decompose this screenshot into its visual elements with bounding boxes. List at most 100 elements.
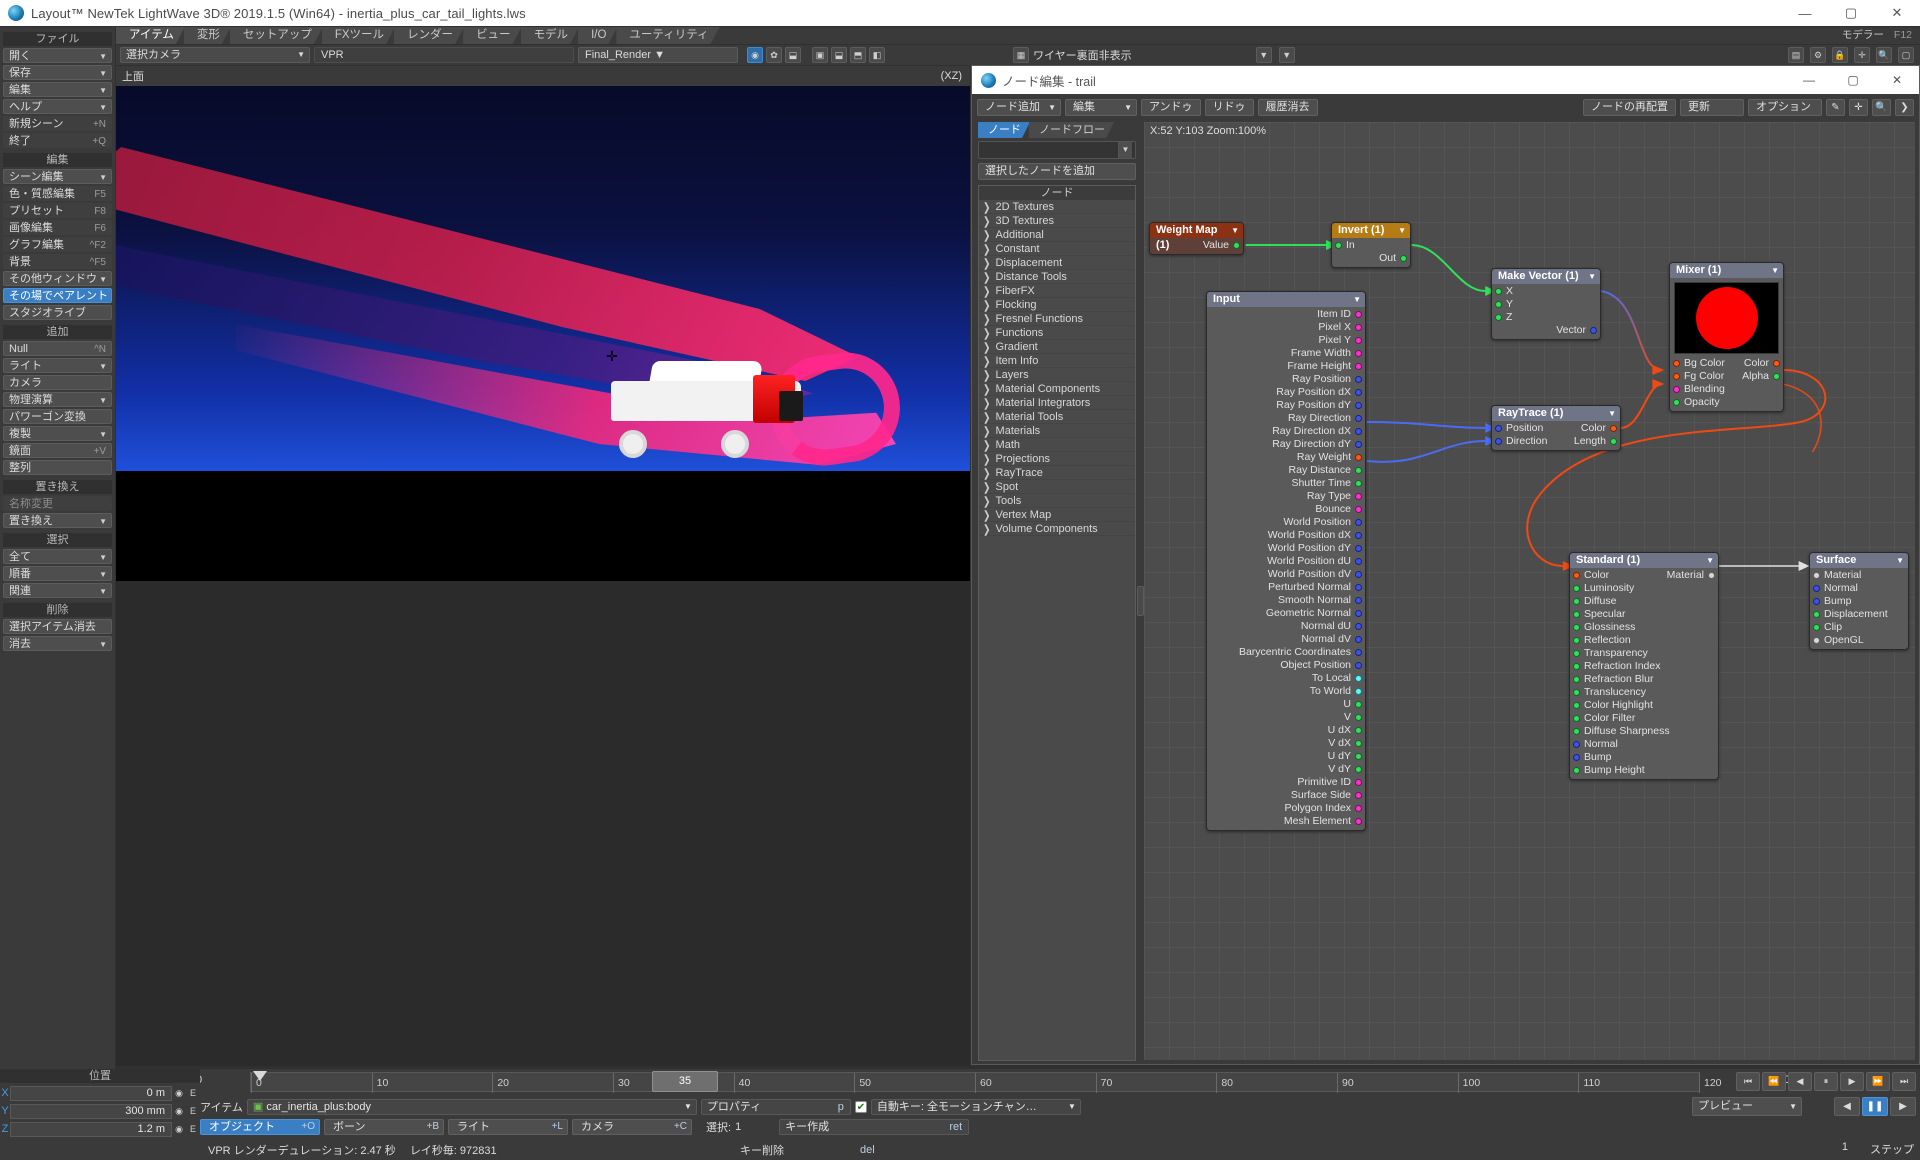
redo-button[interactable]: リドゥ — [1204, 98, 1254, 116]
keyframe-icon[interactable]: ◉ — [172, 1122, 186, 1137]
node-mixer[interactable]: Mixer (1) ▼ Bg Color Color Fg Color Alpha Blen… — [1669, 262, 1784, 412]
page-icon[interactable]: ▢ — [1898, 47, 1914, 63]
node-port-dot[interactable] — [1355, 389, 1362, 396]
node-port-dot[interactable] — [1610, 425, 1617, 432]
modeler-button[interactable]: モデラー — [1842, 27, 1894, 44]
node-header[interactable]: Invert (1) ▼ — [1332, 223, 1410, 238]
node-port-dot[interactable] — [1355, 740, 1362, 747]
transport-button[interactable]: ⏮ — [1736, 1072, 1760, 1091]
add-node-button[interactable]: ノード追加 ▼ — [977, 98, 1061, 116]
transport-button[interactable]: ▶ — [1840, 1072, 1864, 1091]
node-port-dot[interactable] — [1355, 727, 1362, 734]
transport-button[interactable]: ◀ — [1788, 1072, 1812, 1091]
node-port-dot[interactable] — [1355, 675, 1362, 682]
node-port-dot[interactable] — [1573, 598, 1580, 605]
sidebar-item-スタジオライブ[interactable]: スタジオライブ — [3, 305, 112, 320]
node-port-dot[interactable] — [1573, 689, 1580, 696]
envelope-icon[interactable]: E — [186, 1086, 200, 1101]
sidebar-item-その他ウィンドウ[interactable]: その他ウィンドウ ▼ — [3, 271, 112, 286]
node-category-row[interactable]: ❯ Materials — [979, 424, 1135, 438]
node-port-dot[interactable] — [1573, 767, 1580, 774]
clear-history-button[interactable]: 履歴消去 — [1257, 98, 1318, 116]
node-category-row[interactable]: ❯ Projections — [979, 452, 1135, 466]
node-standard[interactable]: Standard (1) ▼ Color Material Luminosity Diff… — [1569, 552, 1719, 780]
node-port-dot[interactable] — [1335, 242, 1342, 249]
sidebar-item-その場でペアレント[interactable]: その場でペアレント — [3, 288, 112, 303]
node-graph-canvas[interactable]: X:52 Y:103 Zoom:100% Weight Map (1) ▼ Va… — [1144, 122, 1915, 1060]
sidebar-item-置き換え[interactable]: 置き換え ▼ — [3, 513, 112, 528]
tab-I/O[interactable]: I/O — [578, 27, 617, 44]
node-port-dot[interactable] — [1573, 702, 1580, 709]
node-port-dot[interactable] — [1355, 584, 1362, 591]
node-port-dot[interactable] — [1355, 805, 1362, 812]
node-category-row[interactable]: ❯ Math — [979, 438, 1135, 452]
vpr-save-icon[interactable]: ⬓ — [785, 47, 801, 63]
update-button[interactable]: 更新 — [1680, 98, 1744, 116]
node-port-dot[interactable] — [1573, 728, 1580, 735]
node-panel-tab-ノードフロー[interactable]: ノードフロー — [1029, 122, 1114, 138]
autokey-select[interactable]: 自動キー: 全モーションチャン… ▼ — [870, 1099, 1081, 1115]
node-port-dot[interactable] — [1355, 701, 1362, 708]
sidebar-item-カメラ[interactable]: カメラ — [3, 375, 112, 390]
lock-icon[interactable]: 🔒 — [1832, 47, 1848, 63]
node-port-dot[interactable] — [1573, 650, 1580, 657]
node-port-dot[interactable] — [1573, 741, 1580, 748]
mode-light-button[interactable]: ライト +L — [448, 1119, 568, 1135]
node-port-dot[interactable] — [1355, 649, 1362, 656]
node-port-dot[interactable] — [1355, 571, 1362, 578]
play-pause-icon[interactable]: ❚❚ — [1862, 1097, 1888, 1116]
sidebar-item-グラフ編集[interactable]: グラフ編集 ^F2 — [3, 237, 112, 252]
play-next-icon[interactable]: ▶ — [1890, 1097, 1916, 1116]
tab-ビュー[interactable]: ビュー — [463, 27, 522, 44]
node-header[interactable]: Surface ▼ — [1810, 553, 1908, 568]
node-port-dot[interactable] — [1355, 350, 1362, 357]
node-port-dot[interactable] — [1773, 373, 1780, 380]
chevron-down-icon[interactable]: ▼ — [1353, 292, 1361, 307]
node-category-row[interactable]: ❯ Spot — [979, 480, 1135, 494]
vpr-enable-icon[interactable]: ◉ — [747, 47, 763, 63]
sidebar-item-開く[interactable]: 開く ▼ — [3, 48, 112, 63]
sidebar-item-パワーゴン変換[interactable]: パワーゴン変換 — [3, 409, 112, 424]
node-port-dot[interactable] — [1355, 337, 1362, 344]
chevron-down-icon[interactable]: ▼ — [1231, 223, 1239, 238]
node-port-dot[interactable] — [1355, 532, 1362, 539]
node-port-dot[interactable] — [1355, 753, 1362, 760]
node-port-dot[interactable] — [1495, 314, 1502, 321]
viewport-layout4-icon[interactable]: ◧ — [869, 47, 885, 63]
node-port-dot[interactable] — [1355, 558, 1362, 565]
node-port-dot[interactable] — [1233, 242, 1240, 249]
node-category-row[interactable]: ❯ Functions — [979, 326, 1135, 340]
item-select[interactable]: ▣ car_inertia_plus:body ▼ — [246, 1099, 697, 1115]
node-port-dot[interactable] — [1673, 373, 1680, 380]
viewport-layout1-icon[interactable]: ▣ — [812, 47, 828, 63]
node-category-row[interactable]: ❯ Item Info — [979, 354, 1135, 368]
envelope-icon[interactable]: E — [186, 1122, 200, 1137]
close-button[interactable]: ✕ — [1874, 0, 1920, 26]
minimize-button[interactable]: — — [1782, 0, 1828, 26]
node-port-dot[interactable] — [1813, 572, 1820, 579]
node-port-dot[interactable] — [1495, 301, 1502, 308]
chevron-down-icon[interactable]: ▼ — [1896, 553, 1904, 568]
node-category-row[interactable]: ❯ Material Components — [979, 382, 1135, 396]
edit-menu-button[interactable]: 編集 ▼ — [1065, 98, 1137, 116]
render-mode-select[interactable]: Final_Render ▼ — [578, 47, 738, 63]
node-port-dot[interactable] — [1355, 597, 1362, 604]
node-port-dot[interactable] — [1813, 585, 1820, 592]
node-category-row[interactable]: ❯ Vertex Map — [979, 508, 1135, 522]
node-port-dot[interactable] — [1708, 572, 1715, 579]
transport-button[interactable]: ⏩ — [1866, 1072, 1890, 1091]
node-port-dot[interactable] — [1355, 415, 1362, 422]
camera-icon[interactable]: ▤ — [1788, 47, 1804, 63]
sidebar-item-ライト[interactable]: ライト ▼ — [3, 358, 112, 373]
node-port-dot[interactable] — [1813, 611, 1820, 618]
node-port-dot[interactable] — [1495, 288, 1502, 295]
node-port-dot[interactable] — [1355, 766, 1362, 773]
chevron-down-icon[interactable]: ▼ — [1118, 142, 1132, 158]
node-surface[interactable]: Surface ▼ Material Normal Bump Displacement Cl… — [1809, 552, 1909, 650]
mode-object-button[interactable]: オブジェクト +O — [200, 1119, 320, 1135]
sidebar-item-編集[interactable]: 編集 ▼ — [3, 82, 112, 97]
node-category-row[interactable]: ❯ FiberFX — [979, 284, 1135, 298]
tab-ユーティリティ[interactable]: ユーティリティ — [616, 27, 719, 44]
node-category-row[interactable]: ❯ 2D Textures — [979, 200, 1135, 214]
sidebar-item-シーン編集[interactable]: シーン編集 ▼ — [3, 169, 112, 184]
